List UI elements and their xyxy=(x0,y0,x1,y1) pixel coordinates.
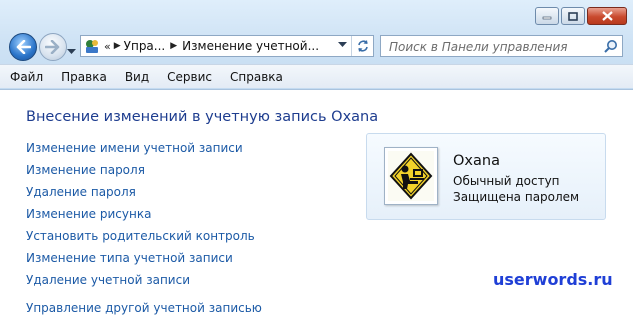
recent-pages-button[interactable] xyxy=(67,40,76,59)
address-overflow[interactable]: « xyxy=(104,40,111,53)
maximize-button[interactable] xyxy=(561,7,585,25)
maximize-icon xyxy=(568,11,578,21)
task-links: Изменение имени учетной записи Изменение… xyxy=(26,140,262,322)
account-name: Oxana xyxy=(453,153,500,169)
avatar xyxy=(384,147,438,205)
refresh-button[interactable] xyxy=(351,36,373,56)
minimize-button[interactable] xyxy=(535,7,559,25)
address-bar[interactable]: « ▶ Упра... ▶ Изменение учетной... xyxy=(80,35,374,57)
change-picture-link[interactable]: Изменение рисунка xyxy=(26,206,262,228)
account-status: Защищена паролем xyxy=(453,190,580,204)
change-password-link[interactable]: Изменение пароля xyxy=(26,162,262,184)
address-segment-current[interactable]: Изменение учетной... xyxy=(182,39,319,53)
window-chrome: « ▶ Упра... ▶ Изменение учетной... Файл … xyxy=(0,0,633,90)
menu-item-tools[interactable]: Сервис xyxy=(167,70,212,84)
address-segment-control-panel[interactable]: Упра... xyxy=(124,39,166,53)
menu-bar: Файл Правка Вид Сервис Справка xyxy=(0,64,633,88)
user-picture-icon xyxy=(388,151,434,201)
account-type: Обычный доступ xyxy=(453,174,560,188)
window-controls xyxy=(533,7,627,25)
change-name-link[interactable]: Изменение имени учетной записи xyxy=(26,140,262,162)
close-icon xyxy=(601,11,613,21)
search-icon[interactable] xyxy=(604,39,618,53)
parental-controls-link[interactable]: Установить родительский контроль xyxy=(26,228,262,250)
forward-button[interactable] xyxy=(39,33,67,61)
account-card: Oxana Обычный доступ Защищена паролем xyxy=(366,133,606,220)
menu-item-file[interactable]: Файл xyxy=(10,70,43,84)
delete-account-link[interactable]: Удаление учетной записи xyxy=(26,272,262,294)
close-button[interactable] xyxy=(587,7,627,25)
search-box[interactable] xyxy=(380,35,623,57)
address-separator[interactable]: ▶ xyxy=(114,41,121,51)
change-account-type-link[interactable]: Изменение типа учетной записи xyxy=(26,250,262,272)
control-panel-icon xyxy=(86,40,98,53)
manage-another-account-link[interactable]: Управление другой учетной записью xyxy=(26,300,262,322)
address-separator[interactable]: ▶ xyxy=(170,41,177,51)
minimize-icon xyxy=(542,16,552,20)
chevron-down-icon xyxy=(67,49,76,54)
menu-item-edit[interactable]: Правка xyxy=(61,70,107,84)
refresh-icon xyxy=(357,40,368,52)
search-input[interactable] xyxy=(381,37,596,57)
back-button[interactable] xyxy=(9,33,37,61)
watermark: userwords.ru xyxy=(493,270,613,289)
forward-arrow-icon xyxy=(45,40,60,54)
menu-item-help[interactable]: Справка xyxy=(230,70,283,84)
menu-item-view[interactable]: Вид xyxy=(125,70,149,84)
chevron-down-icon[interactable] xyxy=(338,42,347,48)
remove-password-link[interactable]: Удаление пароля xyxy=(26,184,262,206)
back-arrow-icon xyxy=(16,40,31,54)
page-title: Внесение изменений в учетную запись Oxan… xyxy=(26,109,379,125)
main-content: Внесение изменений в учетную запись Oxan… xyxy=(0,90,633,323)
